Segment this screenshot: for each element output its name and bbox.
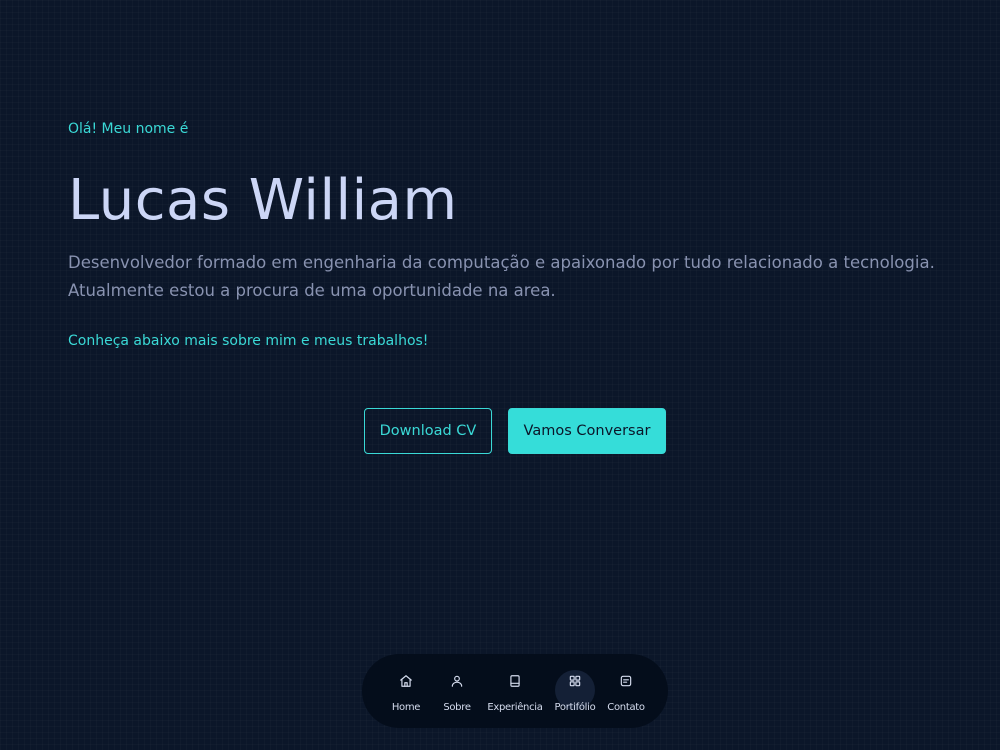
hero-description: Desenvolvedor formado em engenharia da c… bbox=[68, 249, 968, 305]
bottom-nav-dock: Home Sobre Experiência Portifólio Contat… bbox=[362, 654, 668, 728]
nav-item-experiencia[interactable]: Experiência bbox=[485, 661, 545, 721]
nav-label-sobre: Sobre bbox=[443, 701, 471, 713]
nav-item-contato[interactable]: Contato bbox=[605, 661, 647, 721]
description-line-1: Desenvolvedor formado em engenharia da c… bbox=[68, 253, 935, 272]
greeting-text: Olá! Meu nome é bbox=[68, 121, 189, 137]
cta-text: Conheça abaixo mais sobre mim e meus tra… bbox=[68, 333, 429, 349]
nav-item-portifolio[interactable]: Portifólio bbox=[545, 661, 605, 721]
message-icon bbox=[619, 674, 633, 688]
nav-label-portifolio: Portifólio bbox=[554, 701, 596, 713]
vamos-conversar-button[interactable]: Vamos Conversar bbox=[508, 408, 666, 454]
download-cv-button[interactable]: Download CV bbox=[364, 408, 492, 454]
hero-buttons: Download CV Vamos Conversar bbox=[364, 408, 666, 454]
nav-item-sobre[interactable]: Sobre bbox=[429, 661, 485, 721]
nav-item-home[interactable]: Home bbox=[383, 661, 429, 721]
book-icon bbox=[508, 674, 522, 688]
nav-label-contato: Contato bbox=[607, 701, 645, 713]
grid-icon bbox=[568, 674, 582, 688]
home-icon bbox=[399, 674, 413, 688]
description-line-2: Atualmente estou a procura de uma oportu… bbox=[68, 281, 556, 300]
user-icon bbox=[450, 674, 464, 688]
nav-label-experiencia: Experiência bbox=[487, 701, 543, 713]
nav-label-home: Home bbox=[391, 701, 421, 713]
hero-name: Lucas William bbox=[68, 168, 458, 233]
